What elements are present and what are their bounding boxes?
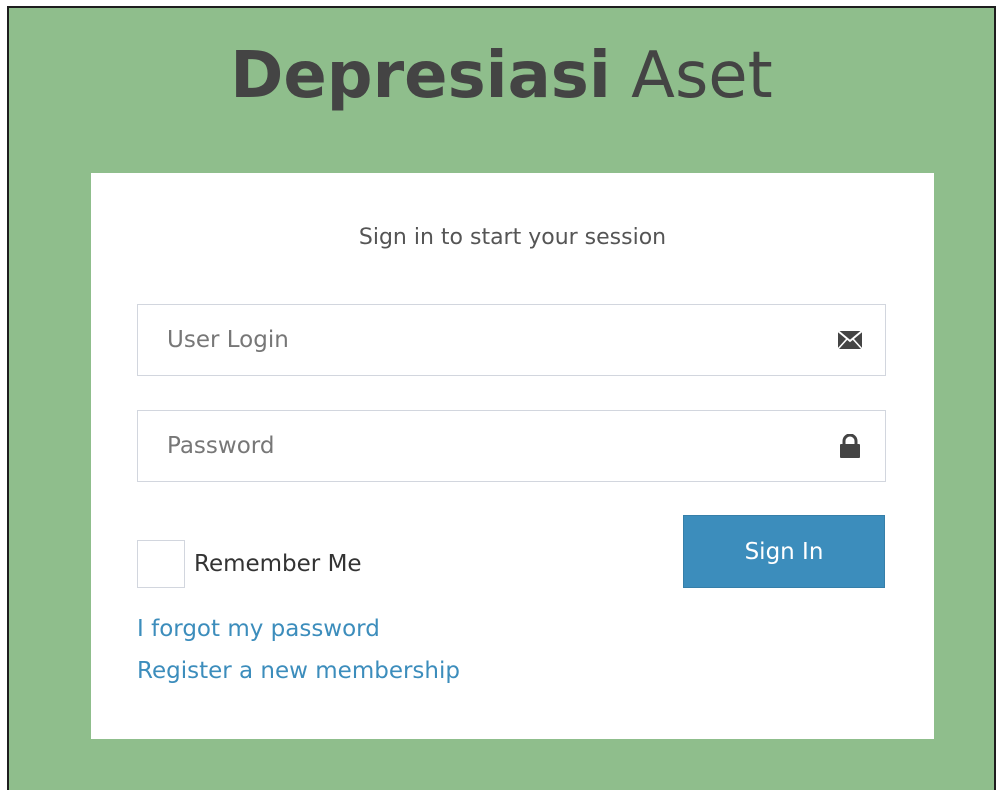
password-input[interactable] xyxy=(138,411,885,481)
login-box-message: Sign in to start your session xyxy=(358,225,667,250)
app-logo: Depresiasi Aset xyxy=(9,34,994,118)
lock-icon xyxy=(837,434,863,458)
forgot-password-link[interactable]: I forgot my password xyxy=(137,616,380,642)
remember-me: Remember Me xyxy=(137,540,362,588)
register-membership-link[interactable]: Register a new membership xyxy=(137,658,460,684)
password-field xyxy=(137,410,886,482)
sign-in-button[interactable]: Sign In xyxy=(683,515,885,588)
login-box: Sign in to start your session Remember M… xyxy=(91,173,934,739)
logo-bold-text: Depresiasi xyxy=(230,39,611,113)
logo-light-text: Aset xyxy=(631,39,773,113)
user-login-field xyxy=(137,304,886,376)
remember-me-label: Remember Me xyxy=(194,551,362,577)
remember-me-checkbox[interactable] xyxy=(137,540,185,588)
envelope-icon xyxy=(837,328,863,352)
user-login-input[interactable] xyxy=(138,305,885,375)
